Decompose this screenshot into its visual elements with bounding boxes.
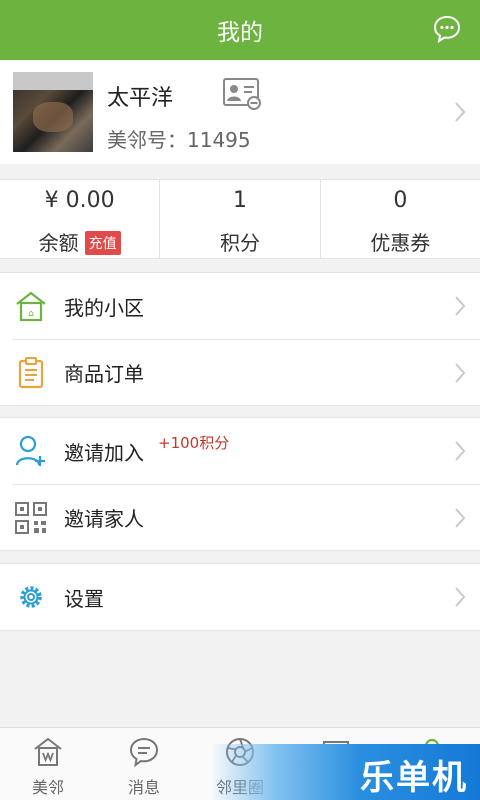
id-card-icon — [223, 78, 261, 110]
coupons-label: 优惠券 — [370, 231, 431, 255]
points-stat[interactable]: 1 积分 — [159, 180, 319, 258]
tab-meilin[interactable]: 美邻 — [0, 728, 96, 800]
menu-label: 商品订单 — [64, 362, 144, 386]
balance-stat[interactable]: ¥ 0.00 余额 充值 — [0, 180, 159, 258]
gear-icon — [20, 586, 42, 608]
menu-item-settings[interactable]: 设置 — [0, 564, 480, 630]
top-bar: 我的 — [0, 0, 480, 60]
balance-value: ¥ 0.00 — [44, 188, 115, 213]
chat-icon[interactable] — [432, 14, 462, 44]
tab-label: 美邻 — [31, 778, 64, 797]
chevron-right-icon — [455, 587, 466, 607]
menu-label: 设置 — [64, 586, 104, 611]
user-name: 太平洋 — [107, 86, 174, 111]
menu-label: 邀请家人 — [64, 507, 144, 531]
profile-card[interactable]: 太平洋 美邻号：11495 — [0, 60, 480, 164]
chevron-right-icon — [455, 296, 466, 316]
house-icon — [34, 737, 62, 766]
menu-label: 我的小区 — [64, 295, 144, 320]
tab-messages[interactable]: 消息 — [96, 728, 192, 800]
watermark-banner: 乐单机 — [210, 744, 480, 800]
menu-item-product-orders[interactable]: 商品订单 — [12, 339, 480, 405]
coupons-stat[interactable]: 0 优惠券 — [319, 180, 480, 258]
chevron-right-icon — [455, 441, 466, 461]
page-title: 我的 — [217, 20, 263, 46]
points-value: 1 — [232, 188, 247, 213]
svg-text:⌂: ⌂ — [28, 309, 34, 319]
bonus-points-badge: +100积分 — [158, 434, 230, 452]
chevron-right-icon — [455, 362, 466, 383]
menu-item-my-community[interactable]: ⌂ 我的小区 — [0, 273, 480, 339]
community-house-icon: ⌂ — [16, 291, 46, 322]
user-number: 美邻号：11495 — [107, 128, 251, 152]
message-icon — [129, 737, 159, 768]
chevron-right-icon — [455, 102, 466, 122]
watermark-text: 乐单机 — [360, 758, 468, 798]
tab-label: 消息 — [127, 778, 160, 797]
menu-group-settings: 设置 — [0, 563, 480, 631]
add-user-icon — [15, 435, 45, 466]
menu-item-invite-family[interactable]: 邀请家人 — [12, 484, 480, 550]
coupons-value: 0 — [393, 188, 408, 213]
menu-group-community: ⌂ 我的小区 商品订单 — [0, 272, 480, 406]
qr-code-icon — [15, 501, 47, 534]
recharge-button[interactable]: 充值 — [84, 231, 121, 255]
menu-item-invite-join[interactable]: 邀请加入 +100积分 — [0, 418, 480, 484]
balance-label: 余额 — [38, 231, 79, 255]
points-label: 积分 — [219, 231, 260, 255]
menu-label: 邀请加入 — [64, 440, 144, 465]
menu-group-invite: 邀请加入 +100积分 邀请家人 — [0, 417, 480, 551]
clipboard-icon — [18, 356, 44, 388]
avatar[interactable] — [13, 72, 93, 152]
chevron-right-icon — [455, 507, 466, 528]
account-stats: ¥ 0.00 余额 充值 1 积分 0 优惠券 — [0, 179, 480, 259]
